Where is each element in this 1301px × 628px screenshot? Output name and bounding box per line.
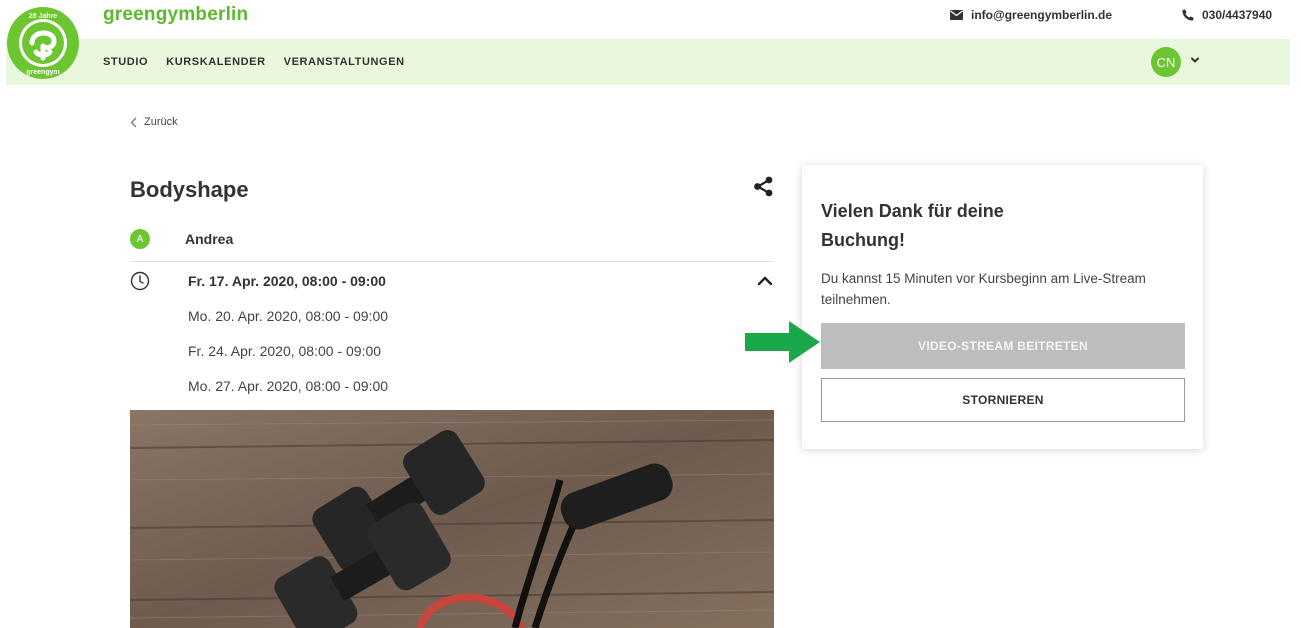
- trainer-row: A Andrea: [130, 229, 233, 249]
- date-option[interactable]: Mo. 27. Apr. 2020, 08:00 - 09:00: [188, 378, 388, 394]
- contact-email[interactable]: info@greengymberlin.de: [950, 8, 1112, 22]
- date-option[interactable]: Mo. 20. Apr. 2020, 08:00 - 09:00: [188, 308, 388, 324]
- nav-item-veranstaltungen[interactable]: VERANSTALTUNGEN: [284, 56, 405, 68]
- svg-text:greengym: greengym: [26, 69, 59, 76]
- chevron-up-icon[interactable]: [757, 275, 773, 286]
- clock-icon: [130, 271, 150, 291]
- contact-phone-text: 030/4437940: [1202, 8, 1273, 22]
- greengym-logo[interactable]: 28 Jahre greengym: [6, 6, 80, 80]
- share-icon[interactable]: [753, 176, 774, 197]
- phone-icon: [1182, 9, 1194, 21]
- nav-item-kurskalender[interactable]: KURSKALENDER: [166, 56, 265, 68]
- booking-message: Du kannst 15 Minuten vor Kursbeginn am L…: [821, 271, 1146, 307]
- booking-title: Vielen Dank für deine Buchung!: [821, 201, 1004, 250]
- cancel-booking-button[interactable]: STORNIEREN: [821, 378, 1185, 422]
- brand-name[interactable]: greengymberlin: [103, 4, 248, 26]
- course-title: Bodyshape: [130, 177, 249, 202]
- trainer-avatar: A: [130, 229, 150, 249]
- booking-confirmation-card: Vielen Dank für deine Buchung! Du kannst…: [802, 165, 1203, 449]
- date-option[interactable]: Fr. 24. Apr. 2020, 08:00 - 09:00: [188, 343, 381, 359]
- arrow-right-icon: [745, 321, 820, 363]
- chevron-down-icon[interactable]: [1190, 56, 1200, 64]
- nav-menu: STUDIO KURSKALENDER VERANSTALTUNGEN: [103, 39, 405, 85]
- user-avatar[interactable]: CN: [1151, 47, 1181, 77]
- contact-phone[interactable]: 030/4437940: [1182, 8, 1272, 22]
- divider: [130, 261, 774, 262]
- main-navbar: STUDIO KURSKALENDER VERANSTALTUNGEN CN: [6, 39, 1290, 85]
- back-link-label: Zurück: [144, 116, 178, 128]
- contact-email-text: info@greengymberlin.de: [971, 8, 1113, 22]
- join-video-stream-button[interactable]: VIDEO-STREAM BEITRETEN: [821, 323, 1185, 369]
- chevron-left-icon: [130, 117, 137, 127]
- back-link[interactable]: Zurück: [130, 116, 178, 128]
- course-image: [130, 410, 774, 628]
- selected-date[interactable]: Fr. 17. Apr. 2020, 08:00 - 09:00: [188, 273, 386, 289]
- nav-item-studio[interactable]: STUDIO: [103, 56, 148, 68]
- trainer-name: Andrea: [185, 231, 234, 247]
- svg-text:28 Jahre: 28 Jahre: [29, 13, 58, 20]
- envelope-icon: [950, 10, 963, 20]
